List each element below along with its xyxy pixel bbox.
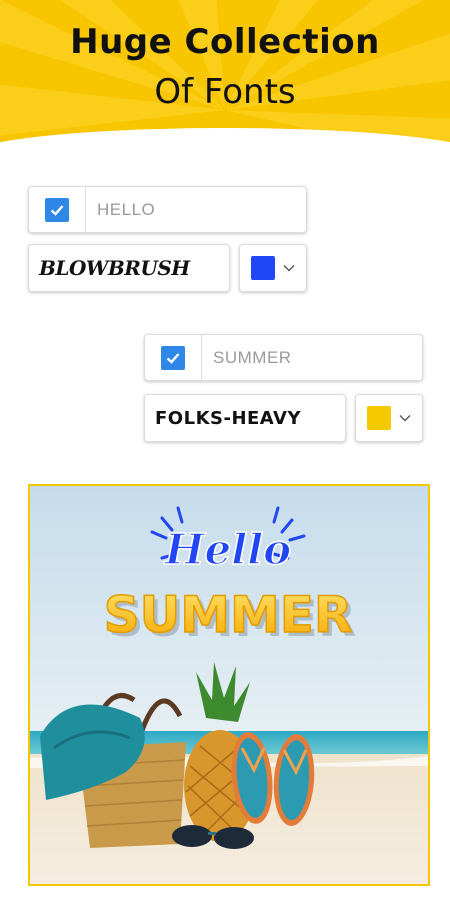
beach-scene: Hello SUMMER SUMMER: [30, 486, 428, 884]
summer-lettering: SUMMER SUMMER: [103, 585, 357, 648]
layer1-color-swatch: [251, 256, 275, 280]
layer2-text-input[interactable]: SUMMER: [213, 335, 292, 380]
layer1-checkbox[interactable]: [45, 197, 69, 222]
check-icon: [50, 204, 64, 216]
header-banner: Huge Collection Of Fonts: [0, 0, 450, 150]
checkbox-cell: [145, 335, 202, 380]
layer2-color-picker[interactable]: [355, 394, 423, 442]
page-title: Huge Collection: [70, 22, 380, 62]
layer1-font-selector[interactable]: BLOWBRUSH: [28, 244, 230, 292]
layer2-font-selector[interactable]: FOLKS-HEAVY: [144, 394, 346, 442]
text-input-row-1: HELLO: [28, 186, 307, 233]
chevron-down-icon: [399, 415, 411, 422]
layer1-text-input[interactable]: HELLO: [97, 187, 155, 232]
layer2-font-name: FOLKS-HEAVY: [155, 407, 301, 429]
chevron-down-icon: [283, 265, 295, 272]
layer2-checkbox[interactable]: [161, 345, 185, 370]
layer1-color-picker[interactable]: [239, 244, 307, 292]
page-subtitle: Of Fonts: [154, 72, 296, 112]
layer2-color-swatch: [367, 406, 391, 430]
check-icon: [166, 352, 180, 364]
text-input-row-2: SUMMER: [144, 334, 423, 381]
summer-text: SUMMER: [104, 586, 353, 644]
preview-image: Hello SUMMER SUMMER: [28, 484, 430, 886]
checkbox-cell: [29, 187, 86, 232]
layer1-font-name: BLOWBRUSH: [39, 256, 190, 280]
hello-text: Hello: [164, 525, 291, 574]
